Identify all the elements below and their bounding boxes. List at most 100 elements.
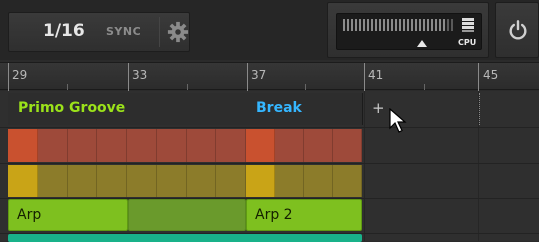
meter-segment <box>399 19 401 31</box>
power-icon[interactable] <box>507 19 529 41</box>
power-group <box>495 2 539 58</box>
clip-label: Arp <box>17 207 42 223</box>
lane-divider <box>0 163 539 164</box>
scene-break[interactable]: Break <box>246 93 363 125</box>
pattern-step <box>304 165 333 197</box>
header-bar: 1/16 SYNC CPU <box>0 0 539 60</box>
quantize-sync-group: 1/16 SYNC <box>8 12 190 52</box>
meter-segment <box>375 19 377 31</box>
gear-icon[interactable] <box>167 21 189 43</box>
meter-segment <box>443 19 445 31</box>
pattern-step <box>333 129 362 162</box>
timeline-ruler[interactable]: 29 33 37 41 45 <box>0 62 539 91</box>
bar-label: 45 <box>483 68 499 82</box>
beat-tick <box>424 84 425 90</box>
bar-tick <box>8 63 9 91</box>
meter-segment <box>387 19 389 31</box>
pattern-step <box>8 129 38 162</box>
scene-label: Primo Groove <box>18 100 126 116</box>
meter-segment <box>367 19 369 31</box>
meter-segment <box>343 19 345 31</box>
bar-label: 41 <box>368 68 384 82</box>
loop-marker <box>479 93 480 125</box>
meter-segment <box>411 19 413 31</box>
pattern-step <box>97 129 127 162</box>
pattern-step <box>275 129 304 162</box>
meter-segment <box>451 19 453 31</box>
bar-tick <box>478 63 479 91</box>
meter-segment <box>347 19 349 31</box>
pattern-step <box>156 165 187 197</box>
scene-label: Break <box>256 100 302 116</box>
pattern-step <box>127 129 157 162</box>
pattern-step <box>333 165 362 197</box>
meter-panel: CPU <box>336 13 482 50</box>
bar-label: 37 <box>251 68 267 82</box>
meter-segment <box>383 19 385 31</box>
bar-label: 29 <box>12 68 28 82</box>
meter-segment <box>371 19 373 31</box>
bar-label: 33 <box>132 68 148 82</box>
meter-segment <box>447 19 449 31</box>
meter-segment <box>359 19 361 31</box>
meter-segment <box>407 19 409 31</box>
clip-label: Arp 2 <box>255 207 293 223</box>
lane-divider <box>0 127 539 128</box>
pattern-step <box>8 165 38 197</box>
master-meter-group: CPU <box>327 2 489 58</box>
pattern-clip-yellow[interactable] <box>246 165 362 197</box>
quantize-value[interactable]: 1/16 <box>43 21 85 41</box>
pattern-step <box>246 129 275 162</box>
pattern-step <box>37 129 68 162</box>
pattern-step <box>156 129 187 162</box>
grid-line <box>364 91 365 241</box>
pattern-step <box>67 165 98 197</box>
cpu-icon <box>462 18 474 32</box>
meter-segment <box>379 19 381 31</box>
bar-tick <box>364 63 365 91</box>
pattern-step <box>97 165 127 197</box>
level-meter <box>343 19 453 31</box>
mouse-cursor-icon <box>389 108 407 133</box>
meter-segment <box>403 19 405 31</box>
pattern-clip-red[interactable] <box>8 129 246 162</box>
meter-segment <box>423 19 425 31</box>
pattern-step <box>127 165 157 197</box>
clip-arp-extension[interactable] <box>128 199 246 231</box>
pattern-step <box>275 165 304 197</box>
pattern-step <box>67 129 98 162</box>
meter-segment <box>351 19 353 31</box>
pattern-step <box>37 165 68 197</box>
pattern-step <box>216 165 246 197</box>
pattern-step <box>246 165 275 197</box>
beat-tick <box>67 84 68 90</box>
level-marker-icon[interactable] <box>417 40 427 47</box>
meter-segment <box>431 19 433 31</box>
bar-tick <box>128 63 129 91</box>
arrange-grid[interactable]: Primo Groove Break + Arp Arp 2 <box>0 91 539 242</box>
separator <box>159 17 160 47</box>
beat-tick <box>305 84 306 90</box>
meter-segment <box>419 19 421 31</box>
beat-tick <box>187 84 188 90</box>
add-scene-button[interactable]: + <box>372 99 385 117</box>
sync-button[interactable]: SYNC <box>106 25 141 38</box>
pattern-clip-red[interactable] <box>246 129 362 162</box>
pattern-step <box>186 129 217 162</box>
clip-arp-2[interactable]: Arp 2 <box>246 199 362 231</box>
pattern-step <box>304 129 333 162</box>
meter-segment <box>427 19 429 31</box>
pattern-clip-yellow[interactable] <box>8 165 246 197</box>
meter-segment <box>355 19 357 31</box>
cpu-label: CPU <box>458 38 477 47</box>
meter-segment <box>415 19 417 31</box>
scene-primo-groove[interactable]: Primo Groove <box>8 93 247 125</box>
meter-segment <box>435 19 437 31</box>
pattern-step <box>186 165 217 197</box>
meter-segment <box>391 19 393 31</box>
pattern-step <box>216 129 246 162</box>
bar-tick <box>247 63 248 91</box>
meter-segment <box>363 19 365 31</box>
meter-segment <box>395 19 397 31</box>
clip-arp[interactable]: Arp <box>8 199 128 231</box>
